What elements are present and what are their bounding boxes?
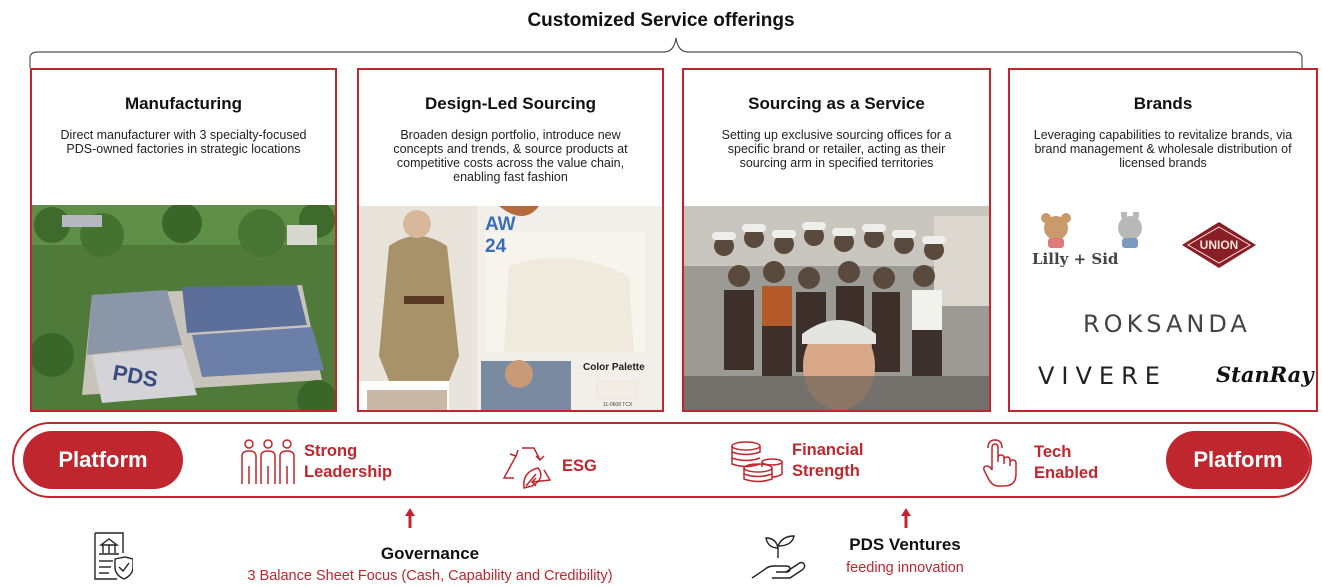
union-works-logo: UNION (1182, 222, 1256, 268)
pillar-tech-enabled: Tech Enabled (980, 438, 1098, 488)
palette-label: Color Palette (583, 362, 645, 373)
ventures-subtitle: feeding innovation (846, 560, 964, 576)
card-brands: Brands Leveraging capabilities to revita… (1008, 68, 1318, 412)
card-title: Manufacturing (124, 94, 243, 113)
season-year-label: 24 (485, 236, 507, 257)
card-description: Leveraging capabilities to revitalize br… (1033, 128, 1293, 170)
platform-band (12, 422, 1312, 498)
roksanda-logo-text: ROKSANDA (1083, 310, 1251, 338)
card-title: Brands (1133, 94, 1193, 113)
people-icon (241, 439, 295, 484)
pillar-label: Tech Enabled (1034, 443, 1099, 482)
hand-touch-icon (983, 439, 1017, 487)
governance-document-icon (94, 532, 133, 580)
card-description: Broaden design portfolio, introduce new … (393, 128, 628, 184)
pillar-esg: ESG (500, 442, 597, 490)
card-title: Design-Led Sourcing (425, 94, 596, 113)
coins-icon (731, 441, 783, 483)
platform-pill-left: Platform (23, 431, 183, 489)
vivere-logo-text: VIVERE (1038, 362, 1167, 390)
card-sourcing-as-a-service: Sourcing as a Service Setting up exclusi… (682, 68, 991, 412)
card-description: Setting up exclusive sourcing offices fo… (721, 128, 952, 170)
pillar-label: ESG (562, 456, 597, 475)
platform-pill-right: Platform (1166, 431, 1310, 489)
team-group-photo (684, 206, 989, 410)
stanray-logo-text: StanRay (1216, 362, 1314, 387)
recycle-leaf-icon (502, 447, 552, 489)
up-arrow-icon (405, 508, 415, 528)
pillar-strong-leadership: Strong Leadership (240, 438, 392, 486)
union-logo-text: UNION (1200, 238, 1239, 252)
fashion-moodboard-photo: AW 24 Color Palette 11-0608 TCX (359, 206, 662, 410)
season-label: AW (485, 214, 516, 235)
up-arrow-icon (901, 508, 911, 528)
card-title: Sourcing as a Service (748, 94, 925, 113)
section-title: Customized Service offerings (527, 10, 795, 31)
lilly-sid-logo-text: Lilly + Sid (1032, 250, 1119, 268)
pillar-financial-strength: Financial Strength (728, 438, 864, 484)
card-description: Direct manufacturer with 3 specialty-foc… (60, 128, 307, 156)
card-manufacturing: Manufacturing Direct manufacturer with 3… (30, 68, 337, 412)
governance-title: Governance (380, 544, 480, 563)
ventures-title: PDS Ventures (849, 535, 961, 554)
pillar-label: Financial Strength (792, 441, 864, 480)
pillar-label: Strong Leadership (304, 442, 393, 481)
card-design-led-sourcing: Design-Led Sourcing Broaden design portf… (357, 68, 664, 412)
factory-aerial-photo: PDS (32, 205, 335, 410)
governance-subtitle: 3 Balance Sheet Focus (Cash, Capability … (247, 568, 613, 584)
plant-hand-icon (751, 535, 806, 579)
bracket-brace (29, 37, 1303, 68)
palette-code: 11-0608 TCX (603, 402, 633, 408)
